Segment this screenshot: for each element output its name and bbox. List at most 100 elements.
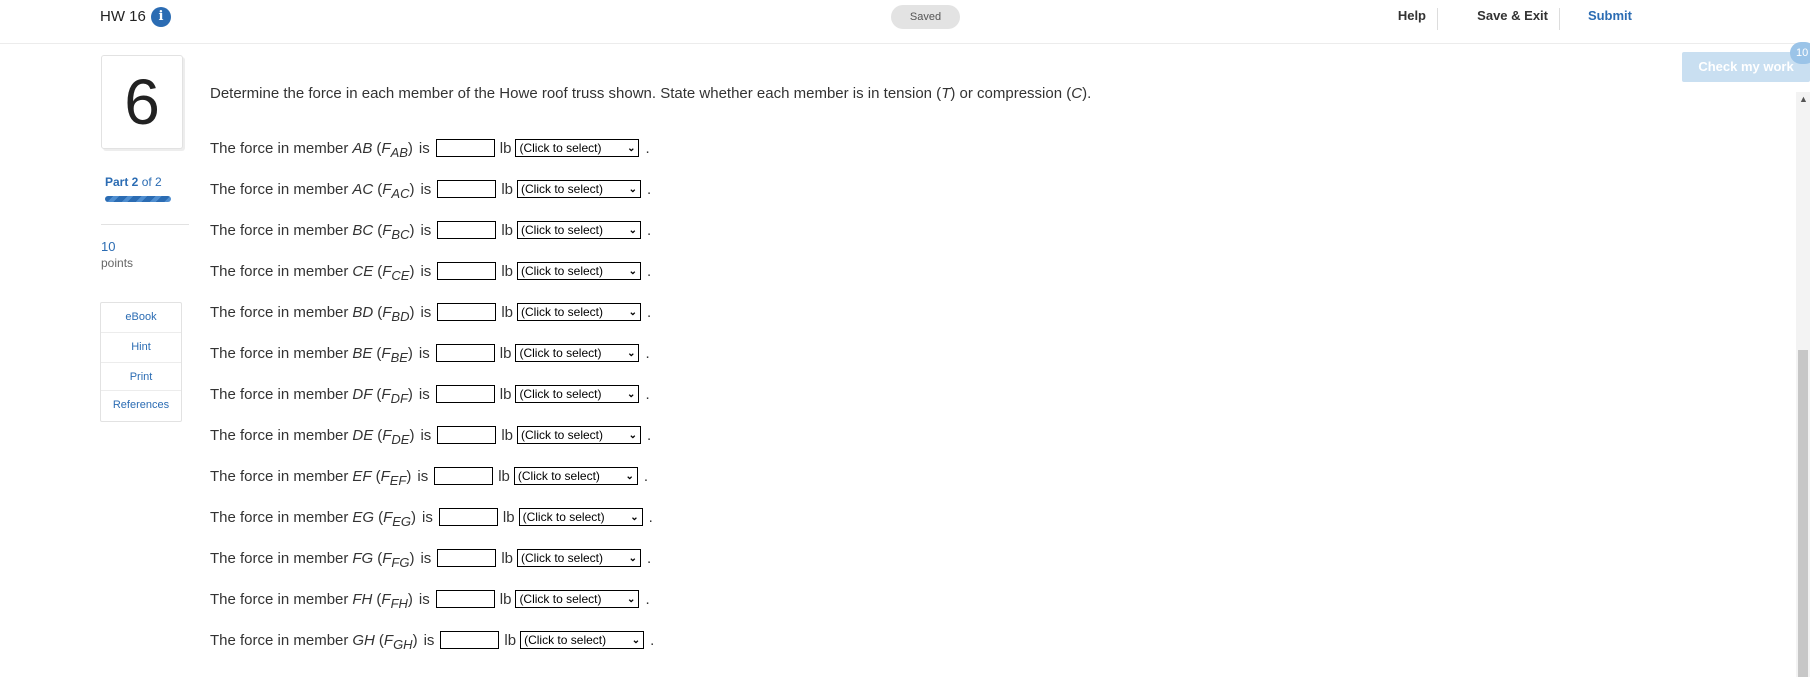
force-input[interactable] xyxy=(434,467,494,485)
points-label: points xyxy=(101,256,134,270)
unit-label: lb xyxy=(502,508,515,526)
tension-compression-select[interactable]: (Click to select) ⌄ xyxy=(517,180,641,198)
tension-compression-select[interactable]: (Click to select) ⌄ xyxy=(515,385,640,403)
unit-label: lb xyxy=(499,139,512,157)
force-input[interactable] xyxy=(437,303,497,321)
select-placeholder: (Click to select) xyxy=(521,264,604,278)
tool-divider xyxy=(101,332,181,333)
force-subscript: FG xyxy=(391,554,410,570)
member-name: BC xyxy=(352,221,374,239)
ebook-link[interactable]: eBook xyxy=(101,311,181,323)
print-link[interactable]: Print xyxy=(101,371,181,383)
period: . xyxy=(647,262,652,280)
question-tools: eBook Hint Print References xyxy=(100,302,182,422)
force-input[interactable] xyxy=(435,590,495,608)
select-placeholder: (Click to select) xyxy=(524,633,607,647)
force-subscript: AC xyxy=(391,185,410,201)
force-input[interactable] xyxy=(437,180,497,198)
paren-close: ) xyxy=(412,631,418,649)
tension-compression-select[interactable]: (Click to select) ⌄ xyxy=(513,467,638,485)
force-subscript: FH xyxy=(390,595,408,611)
period: . xyxy=(647,426,652,444)
unit-label: lb xyxy=(501,549,513,567)
paren-close: ) xyxy=(409,549,415,567)
tension-compression-select[interactable]: (Click to select) ⌄ xyxy=(517,303,641,321)
chevron-down-icon: ⌄ xyxy=(627,593,636,605)
header-divider xyxy=(1559,8,1560,30)
force-subscript: EG xyxy=(392,513,412,529)
answer-row: The force in member EG(F EG) is lb (Click to … xyxy=(210,505,653,529)
tension-compression-select[interactable]: (Click to select) ⌄ xyxy=(515,344,640,362)
force-symbol: F xyxy=(381,590,391,608)
row-lead-text: The force in member xyxy=(210,508,349,526)
part-current: Part 2 xyxy=(105,175,139,189)
rail-divider xyxy=(101,224,189,225)
force-input[interactable] xyxy=(437,549,497,567)
save-exit-link[interactable]: Save & Exit xyxy=(1477,8,1548,23)
row-lead-text: The force in member xyxy=(210,467,349,485)
tension-compression-select[interactable]: (Click to select) ⌄ xyxy=(517,426,641,444)
force-input[interactable] xyxy=(437,221,497,239)
points-value: 10 xyxy=(101,239,116,254)
answer-row: The force in member FH(F FH) is lb (Click to … xyxy=(210,587,650,611)
answer-row: The force in member EF(F EF) is lb (Click to … xyxy=(210,464,648,488)
tension-compression-select[interactable]: (Click to select) ⌄ xyxy=(517,262,641,280)
answer-row: The force in member DF(F DF) is lb (Click to … xyxy=(210,382,650,406)
chevron-down-icon: ⌄ xyxy=(628,265,637,277)
answer-row: The force in member AB(F AB) is lb (Click to … xyxy=(210,136,650,160)
is-text: is xyxy=(420,221,432,239)
answer-row: The force in member BE(F BE) is lb (Click to … xyxy=(210,341,650,365)
row-lead-text: The force in member xyxy=(210,139,349,157)
tension-compression-select[interactable]: (Click to select) ⌄ xyxy=(517,549,641,567)
tension-compression-select[interactable]: (Click to select) ⌄ xyxy=(515,590,640,608)
info-icon[interactable]: i xyxy=(151,7,171,27)
unit-label: lb xyxy=(501,180,513,198)
chevron-down-icon: ⌄ xyxy=(627,347,636,359)
chevron-down-icon: ⌄ xyxy=(628,429,637,441)
chevron-down-icon: ⌄ xyxy=(628,552,637,564)
is-text: is xyxy=(418,385,430,403)
period: . xyxy=(647,221,652,239)
tension-compression-select[interactable]: (Click to select) ⌄ xyxy=(517,221,641,239)
tension-compression-select[interactable]: (Click to select) ⌄ xyxy=(518,508,643,526)
prompt-text: Determine the force in each member of th… xyxy=(210,85,942,102)
answer-row: The force in member GH(F GH) is lb (Click to … xyxy=(210,628,654,652)
period: . xyxy=(647,180,652,198)
force-input[interactable] xyxy=(437,426,497,444)
select-placeholder: (Click to select) xyxy=(521,551,604,565)
force-input[interactable] xyxy=(438,508,498,526)
unit-label: lb xyxy=(499,344,512,362)
member-name: AB xyxy=(352,139,373,157)
force-symbol: F xyxy=(382,221,392,239)
part-indicator: Part 2 of 2 xyxy=(105,175,162,189)
help-link[interactable]: Help xyxy=(1398,8,1426,23)
force-subscript: BC xyxy=(391,226,410,242)
period: . xyxy=(645,344,650,362)
hint-link[interactable]: Hint xyxy=(101,341,181,353)
tension-compression-select[interactable]: (Click to select) ⌄ xyxy=(515,139,640,157)
tension-compression-select[interactable]: (Click to select) ⌄ xyxy=(520,631,645,649)
force-input[interactable] xyxy=(437,262,497,280)
member-name: AC xyxy=(352,180,374,198)
force-input[interactable] xyxy=(435,139,495,157)
is-text: is xyxy=(423,631,435,649)
select-placeholder: (Click to select) xyxy=(519,592,602,606)
force-input[interactable] xyxy=(440,631,500,649)
submit-link[interactable]: Submit xyxy=(1588,8,1632,23)
select-placeholder: (Click to select) xyxy=(517,469,600,483)
references-link[interactable]: References xyxy=(101,399,181,411)
paren-close: ) xyxy=(407,344,413,362)
force-input[interactable] xyxy=(435,344,495,362)
select-placeholder: (Click to select) xyxy=(521,223,604,237)
scrollbar-thumb[interactable] xyxy=(1798,350,1808,677)
question-prompt: Determine the force in each member of th… xyxy=(210,85,1091,102)
force-subscript: DF xyxy=(390,390,408,406)
force-symbol: F xyxy=(381,344,391,362)
period: . xyxy=(648,508,653,526)
member-name: DE xyxy=(352,426,374,444)
scroll-up-arrow-icon[interactable]: ▲ xyxy=(1799,94,1808,104)
chevron-down-icon: ⌄ xyxy=(625,470,634,482)
force-input[interactable] xyxy=(435,385,495,403)
is-text: is xyxy=(417,467,429,485)
is-text: is xyxy=(420,262,432,280)
